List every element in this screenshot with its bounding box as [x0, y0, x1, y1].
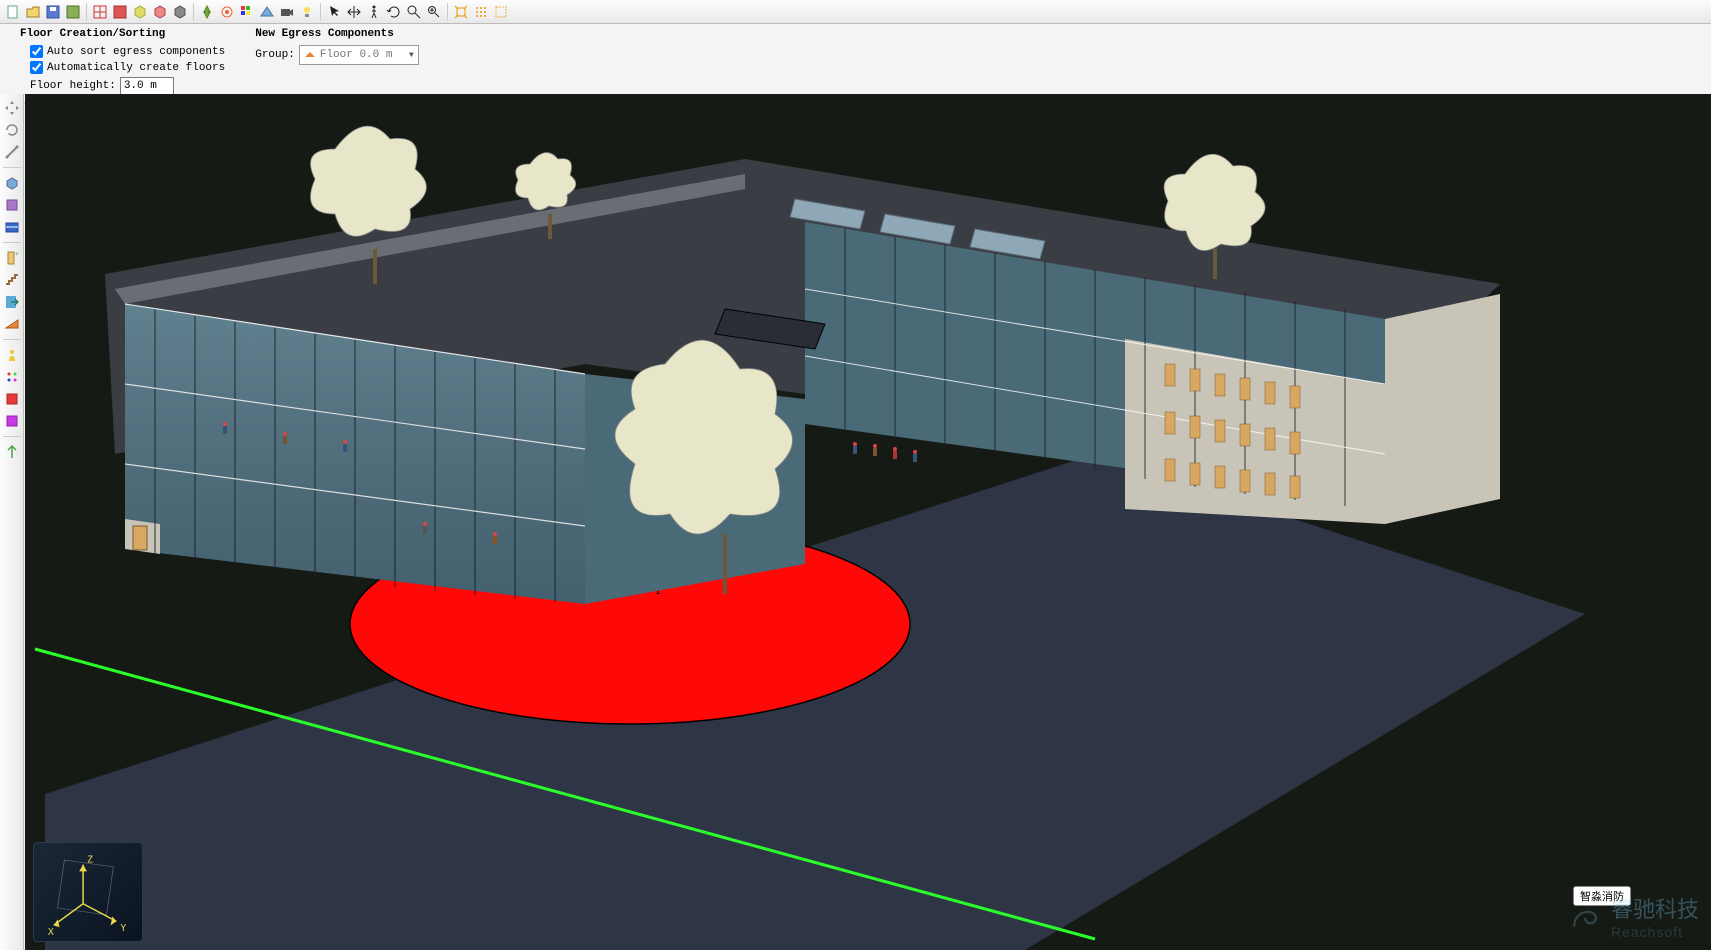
watermark-en: Reachsoft [1611, 924, 1699, 940]
navigate-button[interactable] [197, 2, 217, 22]
rotate-button[interactable] [384, 2, 404, 22]
ramp-tool[interactable] [2, 314, 22, 334]
auto-create-checkbox[interactable]: Automatically create floors [20, 61, 225, 74]
new-egress-group: New Egress Components Group: Floor 0.0 m… [255, 28, 419, 95]
watermark-logo-icon [1567, 898, 1603, 934]
waypoint-tool[interactable] [2, 442, 22, 462]
export-button[interactable] [63, 2, 83, 22]
separator [3, 242, 21, 243]
profile-tool[interactable] [2, 411, 22, 431]
hole-tool[interactable] [2, 195, 22, 215]
auto-create-label: Automatically create floors [47, 62, 225, 74]
separator [3, 436, 21, 437]
svg-text:+: + [15, 251, 19, 258]
svg-text:Z: Z [87, 855, 93, 866]
group-select-row: Group: Floor 0.0 m ▼ [255, 45, 419, 65]
new-egress-heading: New Egress Components [255, 28, 419, 40]
floor-height-label: Floor height: [30, 80, 116, 92]
new-file-button[interactable] [3, 2, 23, 22]
snap-grid-button[interactable] [471, 2, 491, 22]
options-panel: Floor Creation/Sorting Auto sort egress … [0, 24, 1711, 104]
auto-create-check-input[interactable] [30, 61, 43, 74]
auto-sort-label: Auto sort egress components [47, 46, 225, 58]
auto-sort-check-input[interactable] [30, 45, 43, 58]
group-dropdown[interactable]: Floor 0.0 m ▼ [299, 45, 419, 65]
zoom-extents-button[interactable] [451, 2, 471, 22]
move-tool[interactable] [2, 98, 22, 118]
occupant-tool[interactable] [2, 345, 22, 365]
rotate-tool[interactable] [2, 120, 22, 140]
pan-button[interactable] [344, 2, 364, 22]
chevron-down-icon: ▼ [409, 51, 414, 60]
save-button[interactable] [43, 2, 63, 22]
perspective-button[interactable] [257, 2, 277, 22]
separator [86, 3, 87, 21]
behavior-tool[interactable] [2, 389, 22, 409]
separator [3, 167, 21, 168]
svg-text:X: X [48, 927, 54, 938]
floor-swatch-icon [304, 50, 316, 60]
shaded-button[interactable] [170, 2, 190, 22]
watermark-cn: 睿驰科技 [1611, 892, 1699, 924]
scene-render: 1 [25, 94, 1711, 950]
separator [447, 3, 448, 21]
separator [193, 3, 194, 21]
render-colors-button[interactable] [237, 2, 257, 22]
floor-creation-heading: Floor Creation/Sorting [20, 28, 225, 40]
iso-cube-button[interactable] [150, 2, 170, 22]
wire-view-button[interactable] [90, 2, 110, 22]
separator [320, 3, 321, 21]
measure-tool[interactable] [2, 142, 22, 162]
walk-button[interactable] [364, 2, 384, 22]
auto-sort-checkbox[interactable]: Auto sort egress components [20, 45, 225, 58]
light-button[interactable] [297, 2, 317, 22]
cube-view-button[interactable] [130, 2, 150, 22]
open-file-button[interactable] [23, 2, 43, 22]
floor-creation-group: Floor Creation/Sorting Auto sort egress … [20, 28, 225, 95]
watermark: 睿驰科技 Reachsoft [1567, 892, 1699, 940]
axis-navigation-widget[interactable]: X Y Z [33, 842, 143, 942]
group-value: Floor 0.0 m [320, 49, 393, 61]
door-tool[interactable]: + [2, 248, 22, 268]
solid-view-button[interactable] [110, 2, 130, 22]
pointer-button[interactable] [324, 2, 344, 22]
camera-button[interactable] [277, 2, 297, 22]
stair-tool[interactable] [2, 270, 22, 290]
svg-text:Y: Y [120, 923, 126, 934]
exit-tool[interactable] [2, 292, 22, 312]
zoom-button[interactable] [404, 2, 424, 22]
room-tool[interactable] [2, 217, 22, 237]
zoom-window-button[interactable] [424, 2, 444, 22]
group-tool[interactable] [2, 367, 22, 387]
separator [3, 339, 21, 340]
orbit-button[interactable] [217, 2, 237, 22]
left-toolbar: + [0, 94, 24, 950]
snap-object-button[interactable] [491, 2, 511, 22]
obstruction-tool[interactable] [2, 173, 22, 193]
top-toolbar [0, 0, 1711, 24]
group-label: Group: [255, 49, 295, 61]
floor-height-field: Floor height: [20, 77, 225, 95]
floor-height-input[interactable] [120, 77, 174, 95]
3d-viewport[interactable]: 1 [25, 94, 1711, 950]
